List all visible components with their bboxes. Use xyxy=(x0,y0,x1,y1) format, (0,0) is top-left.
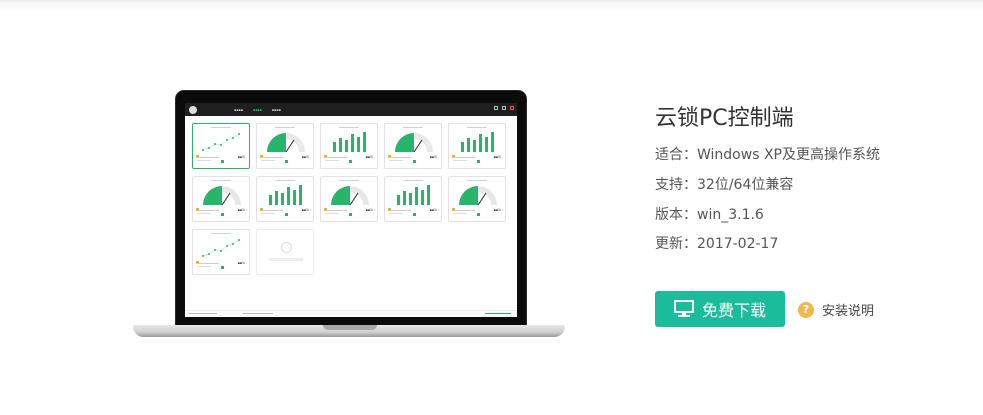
laptop-notch xyxy=(323,325,377,330)
menu-icon xyxy=(502,106,506,110)
server-card-bars: ▪▪% xyxy=(256,176,314,222)
updated-label: 更新： xyxy=(655,236,697,252)
product-title: 云锁PC控制端 xyxy=(655,106,794,131)
question-icon: ? xyxy=(798,301,814,318)
support-row: 支持：32位/64位兼容 xyxy=(655,174,793,194)
server-card-bars: ▪▪% xyxy=(448,123,506,169)
download-section: ▪▪▪▪ ▪▪▪▪ ▪▪▪▪ ▪▪% ▪▪% ▪▪% ▪▪% ▪▪% ▪▪% ▪▪% ▪▪% ▪… xyxy=(0,0,983,415)
app-titlebar: ▪▪▪▪ ▪▪▪▪ ▪▪▪▪ xyxy=(185,103,517,116)
laptop-lid: ▪▪▪▪ ▪▪▪▪ ▪▪▪▪ ▪▪% ▪▪% ▪▪% ▪▪% ▪▪% ▪▪% ▪▪% ▪▪% ▪… xyxy=(175,90,527,327)
server-card-line: ▪▪% xyxy=(192,229,250,275)
compat-row: 适合：Windows XP及更高操作系统 xyxy=(655,144,880,164)
server-card-gauge: ▪▪% xyxy=(384,123,442,169)
compat-label: 适合： xyxy=(655,147,697,163)
close-icon xyxy=(510,106,514,110)
laptop-screen: ▪▪▪▪ ▪▪▪▪ ▪▪▪▪ ▪▪% ▪▪% ▪▪% ▪▪% ▪▪% ▪▪% ▪▪% ▪▪% ▪… xyxy=(185,103,517,317)
laptop-illustration: ▪▪▪▪ ▪▪▪▪ ▪▪▪▪ ▪▪% ▪▪% ▪▪% ▪▪% ▪▪% ▪▪% ▪▪% ▪▪% ▪… xyxy=(133,88,565,338)
support-value: 32位/64位兼容 xyxy=(697,177,794,193)
server-card-gauge: ▪▪% xyxy=(320,176,378,222)
server-card-gauge: ▪▪% xyxy=(448,176,506,222)
server-card-gauge: ▪▪% xyxy=(192,176,250,222)
app-tab-2: ▪▪▪▪ xyxy=(252,107,262,112)
version-row: 版本：win_3.1.6 xyxy=(655,204,764,224)
install-guide-link[interactable]: ? 安装说明 xyxy=(798,300,874,319)
app-logo-icon xyxy=(189,105,197,114)
compat-value: Windows XP及更高操作系统 xyxy=(697,147,880,163)
server-card-empty xyxy=(256,229,314,275)
version-label: 版本： xyxy=(655,207,697,223)
server-card-bars: ▪▪% xyxy=(320,123,378,169)
minimize-icon xyxy=(494,106,498,110)
install-guide-label: 安装说明 xyxy=(822,304,875,319)
download-button[interactable]: 免费下载 xyxy=(655,291,785,327)
server-card-line: ▪▪% xyxy=(192,123,250,169)
app-statusbar xyxy=(185,310,517,317)
updated-row: 更新：2017-02-17 xyxy=(655,233,778,253)
app-tab-1: ▪▪▪▪ xyxy=(234,107,243,112)
app-window-controls xyxy=(494,106,514,110)
monitor-icon xyxy=(673,300,694,318)
server-card-bars: ▪▪% xyxy=(384,176,442,222)
support-label: 支持： xyxy=(655,177,697,193)
version-value: win_3.1.6 xyxy=(697,207,764,223)
updated-value: 2017-02-17 xyxy=(697,236,779,252)
server-card-gauge: ▪▪% xyxy=(256,123,314,169)
download-label: 免费下载 xyxy=(701,301,766,320)
app-tab-3: ▪▪▪▪ xyxy=(271,107,281,112)
